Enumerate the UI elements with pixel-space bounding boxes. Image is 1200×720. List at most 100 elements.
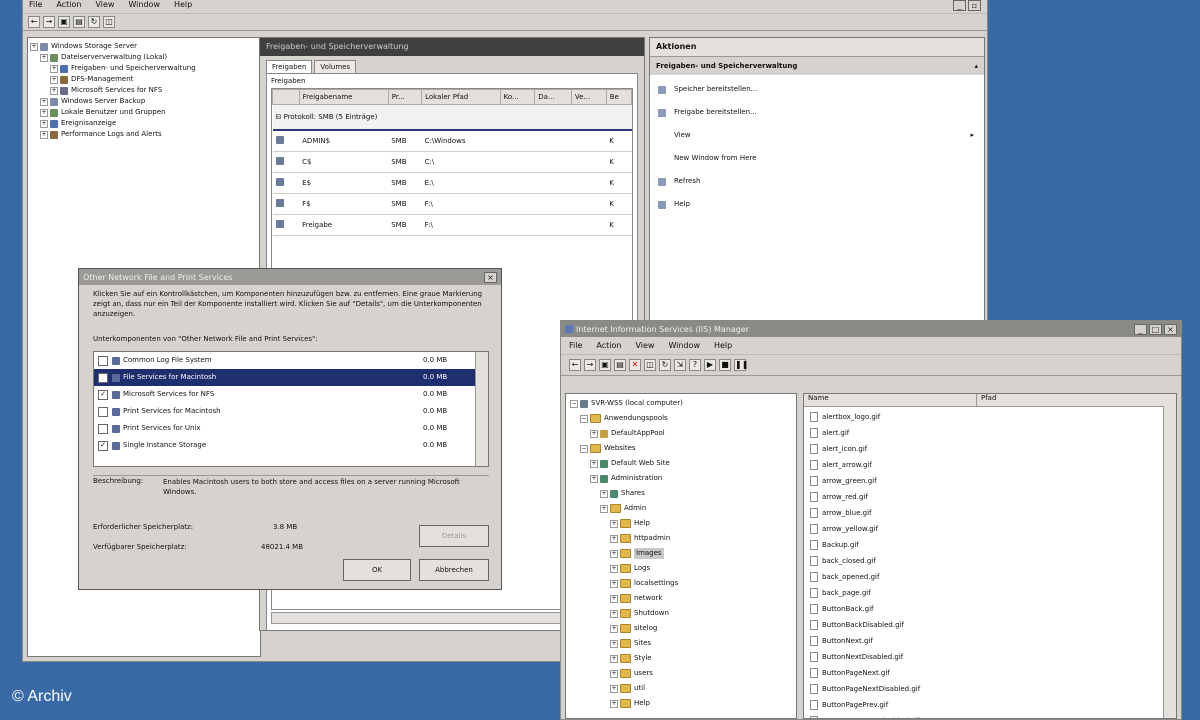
- start-icon[interactable]: ▶: [704, 359, 716, 371]
- component-item[interactable]: Print Services for Macintosh 0.0 MB: [94, 403, 488, 420]
- pause-icon[interactable]: ❚❚: [734, 359, 748, 371]
- expand-icon[interactable]: +: [610, 639, 618, 648]
- list-item[interactable]: ButtonBackDisabled.gif: [804, 617, 1176, 633]
- expand-icon[interactable]: +: [50, 64, 58, 73]
- cancel-button[interactable]: Abbrechen: [419, 559, 489, 581]
- checkbox[interactable]: [98, 372, 108, 383]
- list-item[interactable]: ButtonPagePrevDisabled.gif: [804, 713, 1176, 718]
- expand-icon[interactable]: +: [610, 654, 618, 663]
- tree-item[interactable]: + Help: [568, 696, 794, 711]
- tree-item[interactable]: + Lokale Benutzer und Gruppen: [30, 107, 258, 118]
- expand-icon[interactable]: +: [40, 53, 48, 62]
- expand-icon[interactable]: +: [50, 75, 58, 84]
- expand-icon[interactable]: +: [600, 504, 608, 513]
- tree-item[interactable]: + DefaultAppPool: [568, 426, 794, 441]
- restore-button[interactable]: ▫: [968, 0, 981, 11]
- tree-item[interactable]: + localsettings: [568, 576, 794, 591]
- expand-icon[interactable]: +: [600, 489, 608, 498]
- expand-icon[interactable]: +: [610, 594, 618, 603]
- expand-icon[interactable]: +: [40, 108, 48, 117]
- column-header[interactable]: [272, 89, 300, 105]
- action-item[interactable]: Speicher bereitstellen...: [650, 78, 984, 101]
- list-item[interactable]: arrow_blue.gif: [804, 505, 1176, 521]
- checkbox[interactable]: [98, 406, 108, 417]
- expand-icon[interactable]: +: [40, 119, 48, 128]
- menu-window[interactable]: Window: [128, 0, 160, 11]
- action-item[interactable]: Refresh: [650, 170, 984, 193]
- tree-item[interactable]: − Anwendungspools: [568, 411, 794, 426]
- tree-item[interactable]: + Performance Logs and Alerts: [30, 129, 258, 140]
- stop-icon[interactable]: ■: [719, 359, 731, 371]
- list-item[interactable]: back_closed.gif: [804, 553, 1176, 569]
- tree-item[interactable]: + Dateiserververwaltung (Lokal): [30, 52, 258, 63]
- list-item[interactable]: ButtonPageNext.gif: [804, 665, 1176, 681]
- list-item[interactable]: alert_icon.gif: [804, 441, 1176, 457]
- expand-icon[interactable]: +: [610, 549, 618, 558]
- menu-action[interactable]: Action: [596, 341, 621, 350]
- show-tree-icon[interactable]: ▤: [73, 16, 85, 28]
- tree-item[interactable]: + Logs: [568, 561, 794, 576]
- checkbox[interactable]: [98, 355, 108, 366]
- column-header[interactable]: Be: [605, 89, 632, 105]
- menu-help[interactable]: Help: [714, 341, 732, 350]
- tree-item[interactable]: + Ereignisanzeige: [30, 118, 258, 129]
- tree-item[interactable]: + Windows Storage Server: [30, 41, 258, 52]
- list-item[interactable]: back_page.gif: [804, 585, 1176, 601]
- refresh-icon[interactable]: ↻: [88, 16, 100, 28]
- list-item[interactable]: arrow_red.gif: [804, 489, 1176, 505]
- tab-volumes[interactable]: Volumes: [314, 60, 357, 73]
- tree-item[interactable]: + sitelog: [568, 621, 794, 636]
- expand-icon[interactable]: −: [570, 399, 578, 408]
- list-scrollbar[interactable]: [475, 352, 488, 466]
- collapse-icon[interactable]: ⊟: [276, 113, 284, 121]
- component-item[interactable]: File Services for Macintosh 0.0 MB: [94, 369, 488, 386]
- tree-item[interactable]: + Freigaben- und Speicherverwaltung: [30, 63, 258, 74]
- refresh-icon[interactable]: ↻: [659, 359, 671, 371]
- properties-icon[interactable]: ◫: [644, 359, 656, 371]
- checkbox[interactable]: ✓: [98, 389, 108, 400]
- show-tree-icon[interactable]: ▤: [614, 359, 626, 371]
- export-icon[interactable]: ⇲: [674, 359, 686, 371]
- forward-icon[interactable]: →: [584, 359, 596, 371]
- expand-icon[interactable]: +: [590, 429, 598, 438]
- component-item[interactable]: ✓ Microsoft Services for NFS 0.0 MB: [94, 386, 488, 403]
- tree-item[interactable]: + Style: [568, 651, 794, 666]
- back-icon[interactable]: ←: [569, 359, 581, 371]
- tree-item[interactable]: + Sites: [568, 636, 794, 651]
- tab-freigaben[interactable]: Freigaben: [266, 60, 313, 73]
- tree-item[interactable]: + network: [568, 591, 794, 606]
- expand-icon[interactable]: +: [610, 609, 618, 618]
- list-item[interactable]: alert_arrow.gif: [804, 457, 1176, 473]
- actions-section[interactable]: Freigaben- und Speicherverwaltung ▴: [650, 57, 984, 75]
- table-row[interactable]: Freigabe SMB F:\ K: [272, 214, 632, 236]
- list-scrollbar[interactable]: [1163, 406, 1176, 718]
- details-button[interactable]: Details: [419, 525, 489, 547]
- menu-help[interactable]: Help: [174, 0, 192, 11]
- column-name[interactable]: Name: [804, 394, 977, 406]
- expand-icon[interactable]: +: [610, 519, 618, 528]
- component-item[interactable]: ✓ Single Instance Storage 0.0 MB: [94, 437, 488, 454]
- tree-item[interactable]: + Administration: [568, 471, 794, 486]
- expand-icon[interactable]: +: [610, 684, 618, 693]
- list-item[interactable]: Backup.gif: [804, 537, 1176, 553]
- column-path[interactable]: Pfad: [977, 394, 1176, 406]
- list-item[interactable]: ButtonPageNextDisabled.gif: [804, 681, 1176, 697]
- menu-file[interactable]: File: [29, 0, 42, 11]
- table-row[interactable]: E$ SMB E:\ K: [272, 172, 632, 194]
- ok-button[interactable]: OK: [343, 559, 411, 581]
- list-item[interactable]: ButtonNext.gif: [804, 633, 1176, 649]
- checkbox[interactable]: [98, 423, 108, 434]
- menu-view[interactable]: View: [635, 341, 654, 350]
- back-icon[interactable]: ←: [28, 16, 40, 28]
- list-item[interactable]: arrow_yellow.gif: [804, 521, 1176, 537]
- minimize-button[interactable]: _: [953, 0, 966, 11]
- expand-icon[interactable]: +: [610, 669, 618, 678]
- expand-icon[interactable]: +: [50, 86, 58, 95]
- menu-view[interactable]: View: [95, 0, 114, 11]
- expand-icon[interactable]: +: [590, 459, 598, 468]
- expand-icon[interactable]: +: [610, 699, 618, 708]
- tree-item[interactable]: + DFS-Management: [30, 74, 258, 85]
- expand-icon[interactable]: +: [30, 42, 38, 51]
- close-icon[interactable]: ×: [1164, 323, 1177, 335]
- tree-item[interactable]: + Images: [568, 546, 794, 561]
